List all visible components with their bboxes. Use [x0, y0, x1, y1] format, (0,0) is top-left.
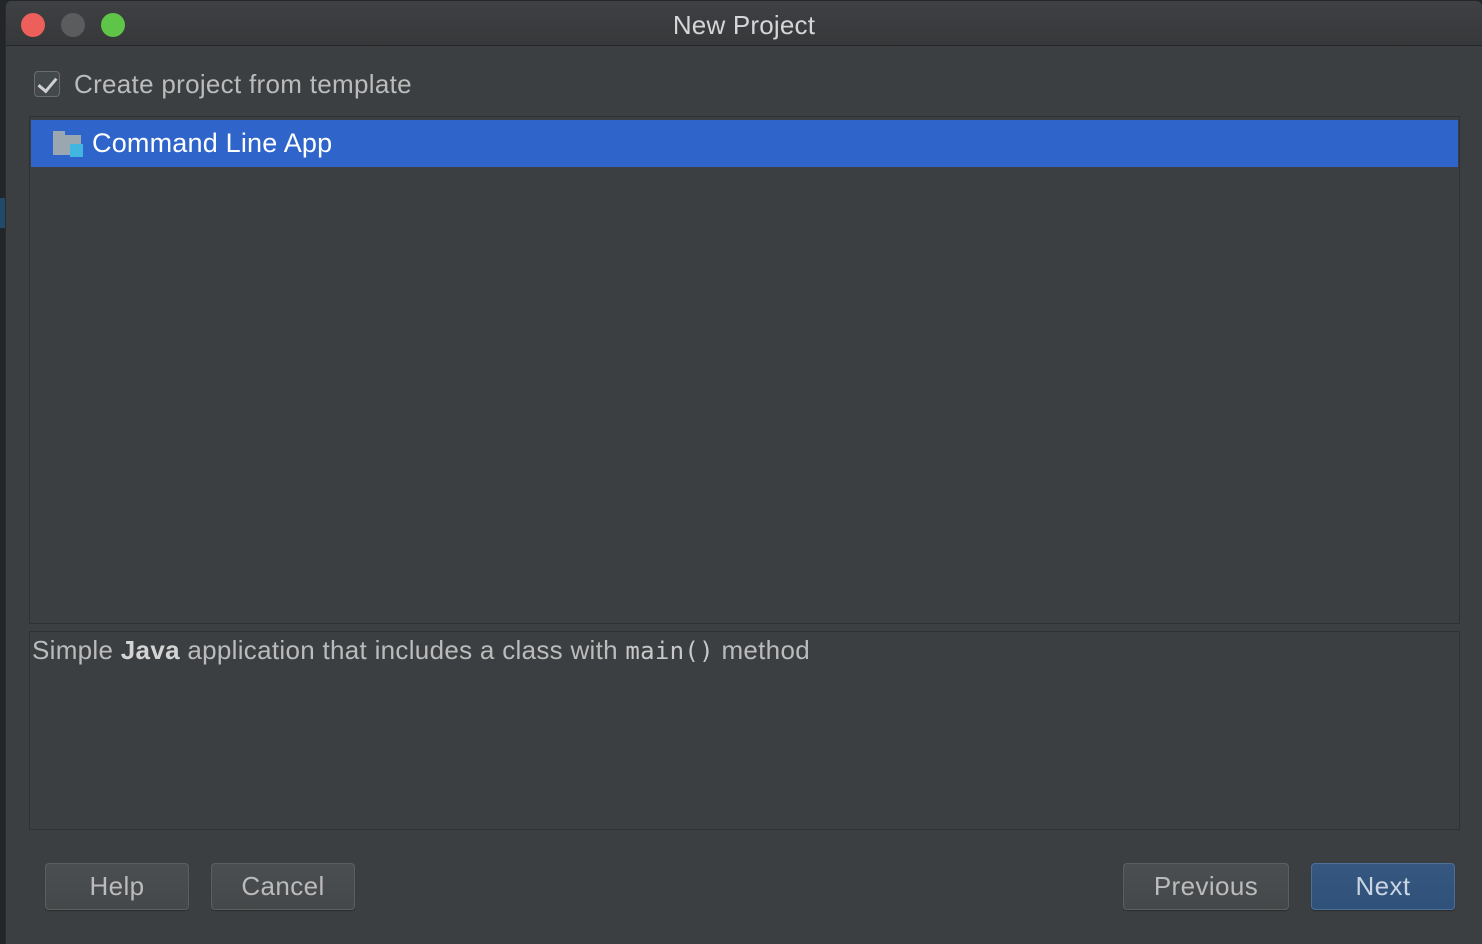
- title-bar: New Project: [6, 1, 1482, 46]
- description-language: Java: [120, 635, 180, 665]
- next-button[interactable]: Next: [1311, 863, 1455, 910]
- cancel-button[interactable]: Cancel: [211, 863, 355, 910]
- window-title: New Project: [672, 10, 816, 40]
- template-description-panel: Simple Java application that includes a …: [29, 631, 1460, 830]
- template-list: Command Line App: [29, 116, 1460, 624]
- create-from-template-checkbox[interactable]: [34, 71, 60, 97]
- create-from-template-label[interactable]: Create project from template: [74, 69, 412, 100]
- new-project-dialog: New Project Create project from template…: [5, 1, 1482, 944]
- template-item-command-line-app[interactable]: Command Line App: [31, 120, 1458, 167]
- previous-button[interactable]: Previous: [1123, 863, 1289, 910]
- help-button[interactable]: Help: [45, 863, 189, 910]
- folder-icon: [53, 130, 83, 157]
- description-code: main(): [625, 637, 714, 665]
- template-item-label: Command Line App: [92, 128, 333, 158]
- template-description: Simple Java application that includes a …: [32, 635, 810, 665]
- checkmark-icon: [37, 72, 58, 94]
- create-from-template-option[interactable]: Create project from template: [34, 67, 412, 101]
